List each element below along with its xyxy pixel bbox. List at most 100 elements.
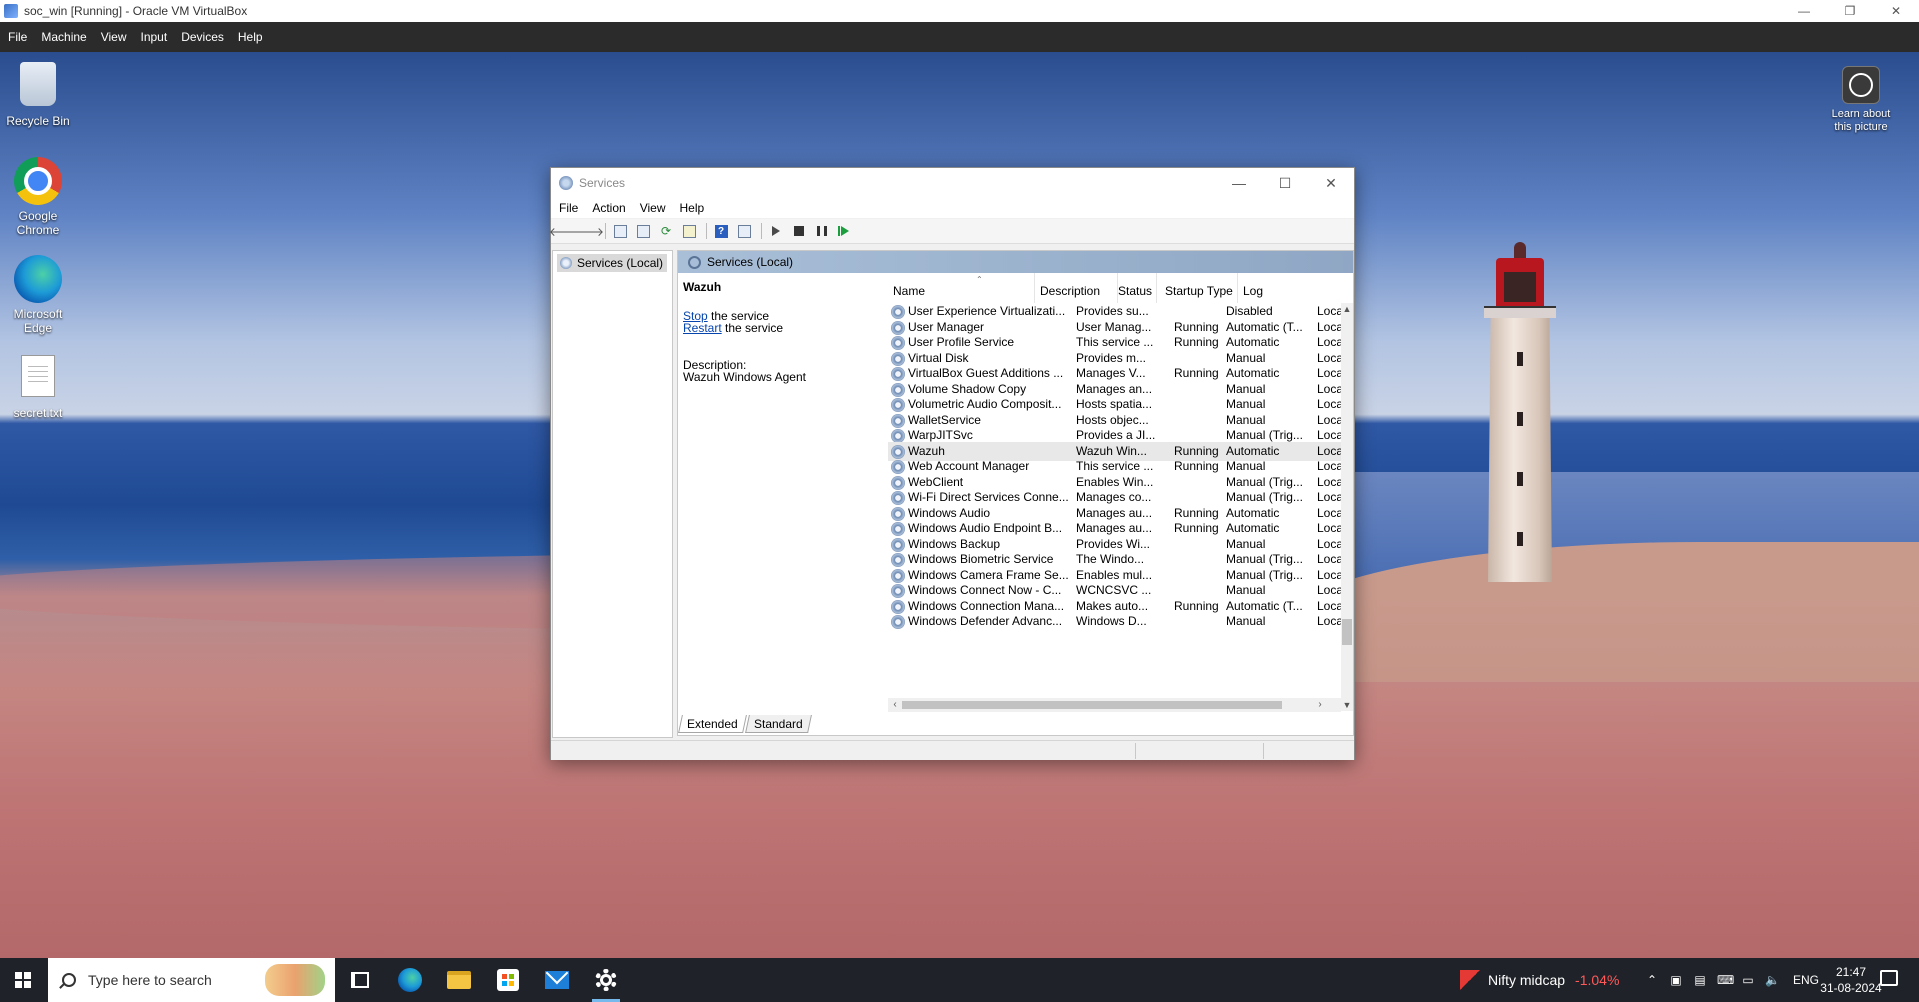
menu-action[interactable]: Action <box>592 201 625 215</box>
close-button[interactable]: ✕ <box>1308 168 1354 198</box>
services-window-title: Services <box>579 176 626 190</box>
taskbar-services[interactable] <box>584 958 628 1002</box>
host-menu-file[interactable]: File <box>8 30 27 44</box>
column-header-log-on-as[interactable]: Log <box>1238 273 1264 303</box>
restart-service-text: the service <box>725 321 784 335</box>
scroll-right-icon[interactable]: › <box>1313 698 1327 712</box>
column-header-name[interactable]: Name <box>888 273 1035 303</box>
host-menu-help[interactable]: Help <box>238 30 263 44</box>
help-icon[interactable]: ? <box>711 222 731 240</box>
restart-service-link[interactable]: Restart <box>683 321 722 335</box>
services-main-pane: Services (Local) Wazuh Stop the service … <box>677 250 1354 736</box>
taskbar-search-box[interactable]: Type here to search <box>48 958 335 1002</box>
vertical-scrollbar[interactable]: ▲ ▼ <box>1341 303 1353 711</box>
clock[interactable]: 21:47 31-08-2024 <box>1816 964 1886 996</box>
tab-standard[interactable]: Standard <box>744 715 812 733</box>
desktop-icon-edge[interactable]: Microsoft Edge <box>0 255 76 335</box>
clock-date: 31-08-2024 <box>1820 981 1882 995</box>
pause-service-icon[interactable] <box>812 222 832 240</box>
desktop-icon-label: Microsoft Edge <box>13 307 63 335</box>
horizontal-scroll-thumb[interactable] <box>902 701 1282 709</box>
text-file-icon <box>21 355 55 397</box>
menu-help[interactable]: Help <box>680 201 705 215</box>
table-row[interactable]: Windows Defender Advanc... Windows D... Ma… <box>888 612 1341 631</box>
maximize-button[interactable]: ☐ <box>1262 168 1308 198</box>
chrome-icon <box>14 157 62 205</box>
host-restore-button[interactable]: ❐ <box>1827 0 1873 22</box>
display-tray-icon[interactable]: ▭ <box>1741 973 1755 987</box>
folder-icon <box>447 971 471 989</box>
clock-time: 21:47 <box>1835 965 1867 979</box>
windows-logo-icon <box>15 972 31 988</box>
tab-extended-label: Extended <box>687 717 738 731</box>
desktop: Recycle Bin Google Chrome Microsoft Edge… <box>0 52 1919 958</box>
host-menu-devices[interactable]: Devices <box>181 30 224 44</box>
chevron-up-icon[interactable]: ⌃ <box>1645 973 1659 987</box>
restart-service-icon[interactable] <box>835 222 855 240</box>
show-hide-console-tree-icon[interactable] <box>610 222 630 240</box>
keyboard-tray-icon[interactable]: ⌨ <box>1717 973 1734 987</box>
services-icon <box>560 257 572 269</box>
learn-about-picture-label: Learn about this picture <box>1831 108 1891 133</box>
stop-service-icon[interactable] <box>789 222 809 240</box>
taskbar: Type here to search Nifty midcap -1.04% … <box>0 958 1919 1002</box>
host-minimize-button[interactable]: — <box>1781 0 1827 22</box>
selected-service-name: Wazuh <box>683 280 722 294</box>
tab-extended[interactable]: Extended <box>678 715 747 733</box>
service-startup-type: Manual <box>1226 614 1266 628</box>
learn-about-picture[interactable]: Learn about this picture <box>1826 66 1896 134</box>
vertical-scroll-thumb[interactable] <box>1342 619 1352 645</box>
services-menubar: File Action View Help <box>551 198 1354 218</box>
mail-icon <box>545 971 569 989</box>
service-description: Wazuh Windows Agent <box>683 370 806 384</box>
taskbar-edge[interactable] <box>388 958 432 1002</box>
task-view-button[interactable] <box>338 958 382 1002</box>
minimize-button[interactable]: — <box>1216 168 1262 198</box>
column-header-status[interactable]: Status <box>1113 273 1160 303</box>
edge-icon <box>398 968 422 992</box>
host-menu-input[interactable]: Input <box>141 30 168 44</box>
host-menu-view[interactable]: View <box>101 30 127 44</box>
stock-widget[interactable]: Nifty midcap -1.04% <box>1460 958 1619 1002</box>
properties-icon[interactable] <box>633 222 653 240</box>
scroll-down-icon[interactable]: ▼ <box>1341 699 1353 711</box>
forward-arrow-icon[interactable]: 🡒 <box>572 222 604 240</box>
horizontal-scrollbar[interactable]: ‹ › <box>888 698 1341 712</box>
network-tray-icon[interactable]: ▤ <box>1693 973 1707 987</box>
export-list-icon[interactable] <box>679 222 699 240</box>
taskbar-mail[interactable] <box>535 958 579 1002</box>
menu-view[interactable]: View <box>640 201 666 215</box>
restart-service-line: Restart the service <box>683 321 783 335</box>
desktop-icon-chrome[interactable]: Google Chrome <box>0 157 76 237</box>
services-titlebar[interactable]: Services — ☐ ✕ <box>551 168 1354 198</box>
notification-icon[interactable] <box>1880 970 1898 986</box>
search-highlight-art <box>265 964 325 996</box>
column-header-description[interactable]: Description <box>1035 273 1118 303</box>
taskbar-file-explorer[interactable] <box>437 958 481 1002</box>
gear-icon <box>595 969 617 991</box>
service-description: Windows D... <box>1076 614 1147 628</box>
show-hide-action-pane-icon[interactable] <box>734 222 754 240</box>
lighthouse-image <box>1474 242 1584 587</box>
store-icon <box>497 969 519 991</box>
start-button[interactable] <box>0 958 46 1002</box>
start-service-icon[interactable] <box>766 222 786 240</box>
scroll-left-icon[interactable]: ‹ <box>888 698 902 712</box>
volume-icon[interactable]: 🔈 <box>1765 973 1780 987</box>
camera-tray-icon[interactable]: ▣ <box>1669 973 1683 987</box>
desktop-icon-recycle-bin[interactable]: Recycle Bin <box>0 62 76 128</box>
column-header-startup-type[interactable]: Startup Type <box>1160 273 1238 303</box>
services-gear-icon <box>559 176 573 190</box>
service-log-on-as: Loca <box>1317 614 1341 628</box>
virtualbox-title: soc_win [Running] - Oracle VM VirtualBox <box>24 4 248 18</box>
taskbar-store[interactable] <box>486 958 530 1002</box>
tree-item-services-local[interactable]: Services (Local) <box>557 254 668 272</box>
refresh-icon[interactable]: ⟳ <box>656 222 676 240</box>
desktop-icon-secret-txt[interactable]: secret.txt <box>0 354 76 420</box>
host-close-button[interactable]: ✕ <box>1873 0 1919 22</box>
scroll-up-icon[interactable]: ▲ <box>1341 303 1353 315</box>
menu-file[interactable]: File <box>559 201 578 215</box>
host-menu-machine[interactable]: Machine <box>41 30 86 44</box>
list-header: ⌃ Name Description Status Startup Type L… <box>888 273 1353 303</box>
services-window: Services — ☐ ✕ File Action View Help 🡐 🡒… <box>549 167 1355 760</box>
